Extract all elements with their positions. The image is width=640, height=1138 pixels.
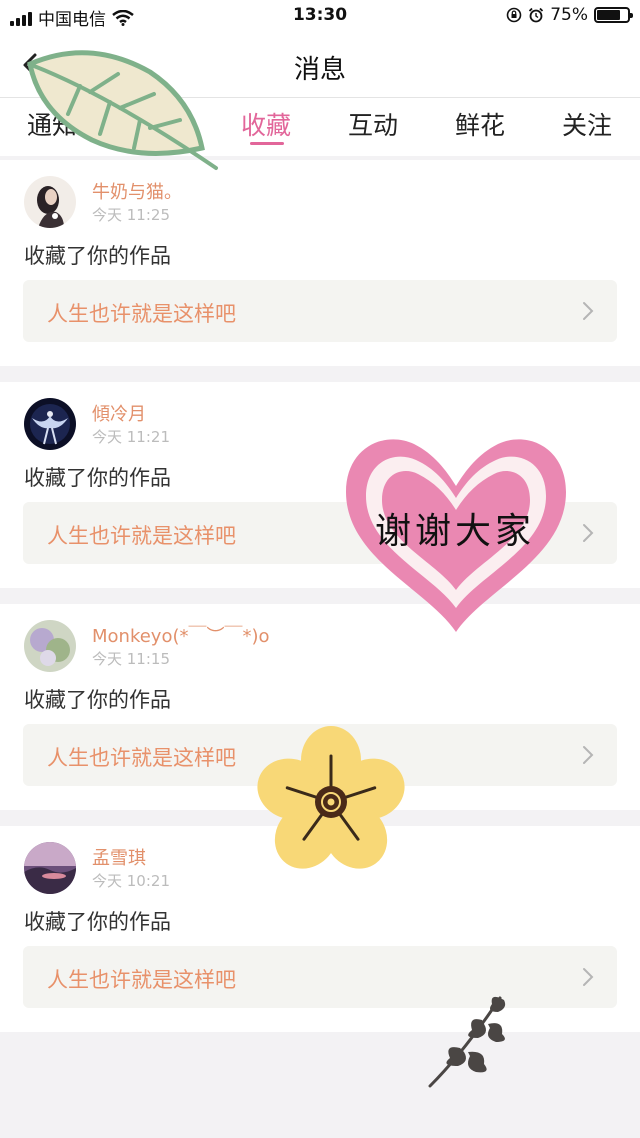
chevron-right-icon [583,746,594,764]
status-bar: 中国电信 13:30 75% [0,0,640,32]
avatar[interactable] [24,620,76,672]
work-title: 人生也许就是这样吧 [47,746,236,770]
alarm-icon [529,7,544,23]
avatar[interactable] [24,842,76,894]
notification-card: 牛奶与猫。 今天 11:25 收藏了你的作品 人生也许就是这样吧 [0,160,640,366]
tab-following[interactable]: 关注 [537,106,637,142]
work-link[interactable]: 人生也许就是这样吧 [23,280,617,342]
action-text: 收藏了你的作品 [24,688,171,712]
avatar[interactable] [24,176,76,228]
heart-sticker-text: 谢谢大家 [375,511,536,552]
work-title: 人生也许就是这样吧 [47,524,236,548]
work-link[interactable]: 人生也许就是这样吧 [23,946,617,1008]
action-text: 收藏了你的作品 [24,910,171,934]
chevron-right-icon [583,968,594,986]
timestamp: 今天 11:15 [92,650,170,668]
leaf-sticker [27,50,218,170]
tab-interactions[interactable]: 互动 [323,106,423,142]
avatar[interactable] [24,398,76,450]
timestamp: 今天 11:21 [92,428,170,446]
timestamp: 今天 10:21 [92,872,170,890]
orientation-lock-icon [506,7,522,23]
chevron-right-icon [583,302,594,320]
work-title: 人生也许就是这样吧 [47,968,236,992]
timestamp: 今天 11:25 [92,206,170,224]
work-title: 人生也许就是这样吧 [47,302,236,326]
user-name[interactable]: 傾冷月 [92,400,146,426]
tab-favorites[interactable]: 收藏 [216,106,316,142]
action-text: 收藏了你的作品 [24,466,171,490]
chevron-right-icon [583,524,594,542]
user-name[interactable]: 牛奶与猫。 [92,178,182,204]
action-text: 收藏了你的作品 [24,244,171,268]
user-name[interactable]: 孟雪琪 [92,844,146,870]
flower-sticker [257,726,405,869]
sprig-sticker [428,996,506,1088]
battery-icon [594,7,633,23]
battery-percent: 75% [550,5,588,25]
battery-fill [597,10,620,20]
tab-flowers[interactable]: 鲜花 [430,106,530,142]
active-tab-indicator [250,142,284,145]
user-name[interactable]: Monkeyo(*￣︶￣*)o [92,622,270,648]
